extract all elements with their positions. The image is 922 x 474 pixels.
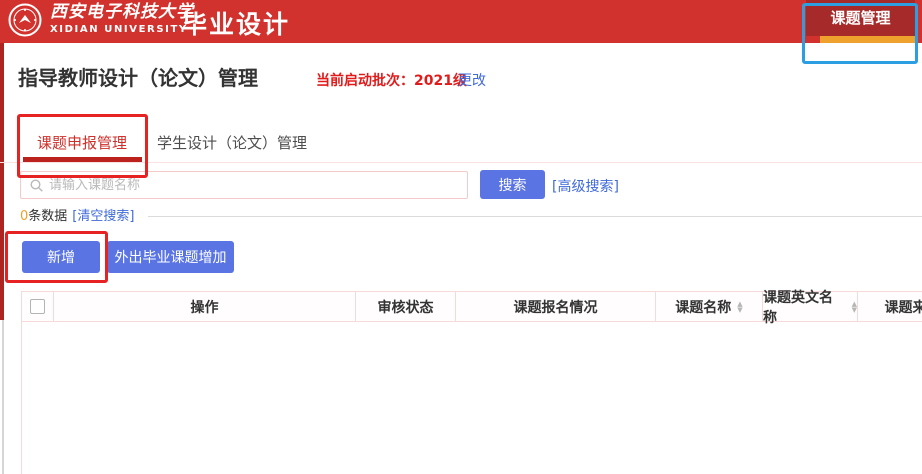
tabbar-divider	[0, 162, 922, 163]
app-header: 西安电子科技大学 XIDIAN UNIVERSITY 毕业设计 课题管理	[0, 0, 922, 43]
column-header-review-status: 审核状态	[356, 292, 456, 321]
sort-arrows-topic-name[interactable]: ▲▼	[737, 301, 742, 313]
search-button[interactable]: 搜索	[480, 170, 545, 199]
active-tab-underline	[23, 157, 142, 162]
topics-table: 操作 审核状态 课题报名情况 课题名称 ▲▼ 课题英文名称 ▲▼ 课题来源	[21, 291, 922, 474]
university-seal-logo	[8, 3, 42, 37]
table-header-row: 操作 审核状态 课题报名情况 课题名称 ▲▼ 课题英文名称 ▲▼ 课题来源	[21, 291, 922, 322]
column-header-topic-name-label: 课题名称	[675, 297, 731, 317]
tab-topic-application[interactable]: 课题申报管理	[37, 132, 127, 153]
left-edge-red-strip	[0, 43, 4, 320]
current-batch-label: 当前启动批次：2021级	[316, 70, 467, 90]
column-header-operation: 操作	[54, 292, 356, 321]
university-name-en: XIDIAN UNIVERSITY	[50, 23, 194, 37]
change-batch-link[interactable]: 更改	[458, 70, 486, 90]
column-header-topic-name[interactable]: 课题名称 ▲▼	[656, 292, 763, 321]
search-icon	[30, 179, 43, 192]
nav-item-topic-management[interactable]: 课题管理	[806, 0, 915, 36]
add-topic-button[interactable]: 新增	[22, 241, 100, 273]
result-count-suffix: 条数据	[28, 209, 67, 224]
sort-arrows-topic-english-name[interactable]: ▲▼	[852, 301, 857, 313]
search-input[interactable]	[49, 173, 461, 197]
university-logo-text: 西安电子科技大学 XIDIAN UNIVERSITY	[50, 2, 194, 37]
nav-active-underline	[820, 36, 915, 43]
university-name-cn: 西安电子科技大学	[50, 2, 194, 23]
sort-down-icon: ▼	[737, 307, 742, 313]
external-topic-add-button[interactable]: 外出毕业课题增加	[107, 241, 234, 273]
tab-student-thesis[interactable]: 学生设计（论文）管理	[157, 132, 307, 153]
column-header-topic-english-name[interactable]: 课题英文名称 ▲▼	[763, 292, 858, 321]
select-all-checkbox[interactable]	[30, 299, 45, 314]
table-header-checkbox-cell	[21, 292, 54, 321]
app-title: 毕业设计	[182, 5, 290, 41]
search-box	[20, 171, 468, 199]
result-count-row: 0条数据[清空搜索]	[20, 205, 134, 224]
column-header-registration-status: 课题报名情况	[456, 292, 656, 321]
column-header-review-status-label: 审核状态	[378, 297, 434, 317]
left-edge-gray-line	[2, 320, 4, 474]
table-empty-body	[21, 322, 922, 474]
page-title: 指导教师设计（论文）管理	[18, 62, 258, 91]
advanced-search-link[interactable]: [高级搜索]	[552, 176, 619, 196]
column-header-topic-source: 课题来源	[858, 292, 922, 321]
count-row-divider	[148, 216, 922, 217]
clear-search-link[interactable]: [清空搜索]	[72, 209, 134, 224]
column-header-registration-status-label: 课题报名情况	[514, 297, 598, 317]
column-header-topic-english-name-label: 课题英文名称	[763, 287, 846, 327]
sort-down-icon: ▼	[852, 307, 857, 313]
nav-item-topic-management-label: 课题管理	[830, 9, 890, 27]
column-header-topic-source-label: 课题来源	[885, 297, 922, 317]
column-header-operation-label: 操作	[191, 297, 219, 317]
